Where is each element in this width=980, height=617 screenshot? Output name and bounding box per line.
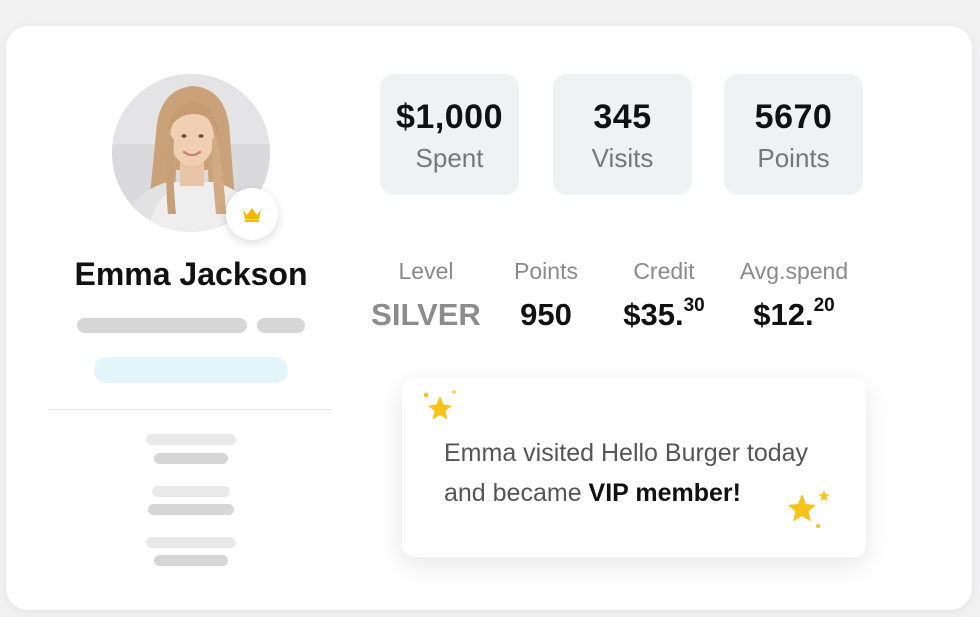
credit-cents: 30 bbox=[683, 295, 705, 316]
vip-member-text: VIP member! bbox=[588, 479, 741, 507]
credit-main: $35. bbox=[623, 297, 684, 332]
stat-label: Spent bbox=[415, 143, 484, 173]
avg-spend-main: $12. bbox=[753, 297, 814, 332]
detail-label: Avg.spend bbox=[739, 258, 849, 284]
placeholder-line bbox=[154, 453, 228, 464]
stat-points: 5670 Points bbox=[724, 74, 863, 195]
detail-label: Level bbox=[398, 258, 454, 284]
level-value: SILVER bbox=[371, 297, 481, 332]
placeholder-line bbox=[257, 318, 305, 333]
avg-spend-cents: 20 bbox=[813, 295, 835, 316]
vip-badge bbox=[226, 188, 278, 240]
placeholder-line bbox=[154, 555, 228, 566]
credit-value: $35.30 bbox=[594, 295, 734, 333]
notification-card: Emma visited Hello Burger today and beca… bbox=[402, 378, 866, 557]
detail-level: Level SILVER bbox=[356, 258, 496, 333]
stat-value: 345 bbox=[593, 98, 652, 136]
placeholder-line bbox=[152, 486, 230, 497]
customer-name: Emma Jackson bbox=[74, 256, 308, 292]
stat-label: Points bbox=[757, 143, 830, 173]
stat-visits: 345 Visits bbox=[553, 74, 692, 195]
placeholder-line bbox=[77, 318, 247, 333]
stat-value: 5670 bbox=[754, 98, 833, 136]
placeholder-line bbox=[146, 537, 236, 548]
placeholder-line bbox=[146, 434, 236, 445]
avatar-container bbox=[112, 74, 278, 240]
detail-label: Credit bbox=[633, 258, 695, 284]
avg-spend-value: $12.20 bbox=[724, 295, 864, 333]
divider bbox=[49, 409, 333, 410]
stat-value: $1,000 bbox=[396, 98, 503, 136]
placeholder-line bbox=[148, 504, 234, 515]
detail-credit: Credit $35.30 bbox=[594, 258, 734, 333]
customer-profile-card: Emma Jackson $1,000 Spent 345 Visits 567… bbox=[6, 26, 972, 610]
crown-icon bbox=[243, 207, 261, 222]
sparkle-star-icon bbox=[788, 490, 830, 528]
sparkle-star-icon bbox=[423, 390, 456, 420]
stat-spent: $1,000 Spent bbox=[380, 74, 519, 195]
stat-label: Visits bbox=[591, 143, 654, 173]
detail-avg-spend: Avg.spend $12.20 bbox=[724, 258, 864, 333]
placeholder-pill bbox=[94, 357, 288, 383]
